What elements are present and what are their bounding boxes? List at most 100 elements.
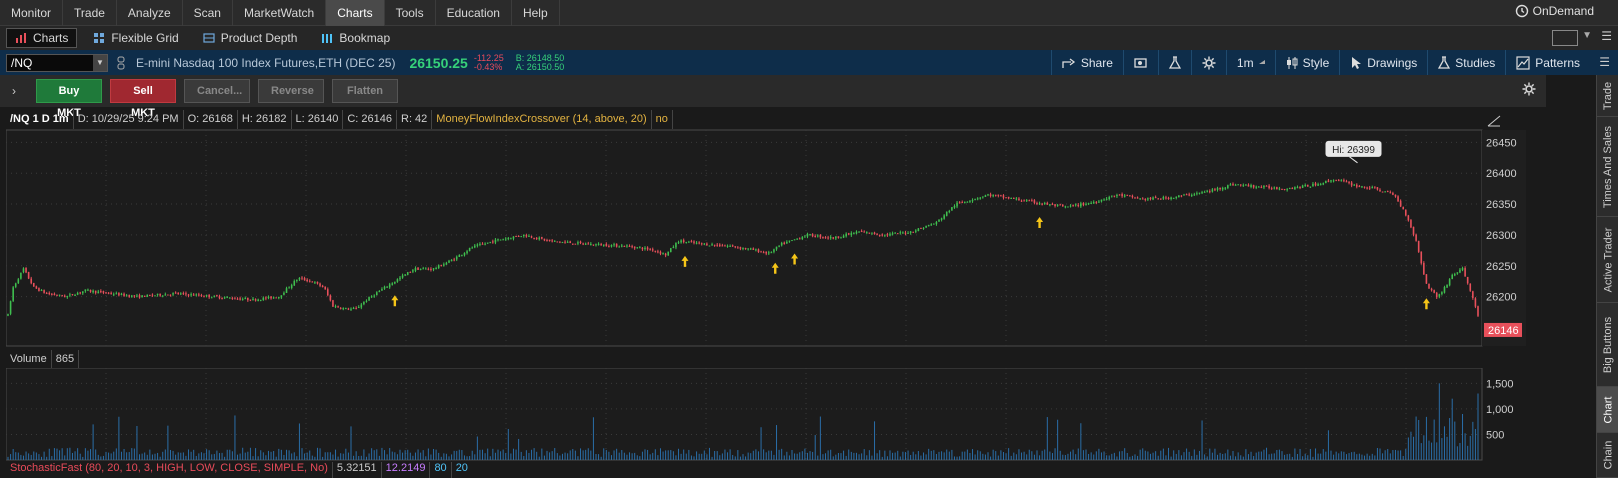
studies-button[interactable]: Studies xyxy=(1427,50,1505,75)
candle-body xyxy=(347,308,350,310)
candle-body xyxy=(1446,285,1448,288)
candle-body xyxy=(1459,269,1461,273)
volume-chart[interactable]: 1,500 1,000 500 xyxy=(6,368,1526,462)
candle-style-icon xyxy=(1286,56,1298,69)
menu-analyze[interactable]: Analyze xyxy=(117,0,183,26)
candle-body xyxy=(1397,196,1399,202)
candle-body xyxy=(953,205,956,208)
reverse-button[interactable]: Reverse xyxy=(258,79,324,103)
candle-body xyxy=(1149,197,1152,200)
side-tab-chart[interactable]: Chart xyxy=(1597,387,1618,433)
candle-body xyxy=(1180,195,1183,197)
candle-body xyxy=(192,294,195,296)
candle-body xyxy=(130,295,133,298)
candle-body xyxy=(809,234,811,236)
candle-body xyxy=(1227,185,1229,188)
candle-body xyxy=(53,293,56,296)
candle-body xyxy=(388,284,391,288)
list-menu-icon[interactable]: ☰ xyxy=(1599,55,1610,69)
chevron-down-icon[interactable]: ▼ xyxy=(1582,30,1592,41)
candle-body xyxy=(363,301,365,305)
candle-body xyxy=(878,234,881,236)
candle-body xyxy=(961,202,964,204)
settings-button[interactable] xyxy=(1190,50,1226,75)
candle-body xyxy=(1319,184,1322,186)
flatten-button[interactable]: Flatten xyxy=(332,79,398,103)
candle-body xyxy=(1118,194,1121,196)
menu-charts[interactable]: Charts xyxy=(326,0,385,26)
flag-button[interactable] xyxy=(1122,50,1158,75)
menu-scan[interactable]: Scan xyxy=(183,0,233,26)
candle-body xyxy=(1108,197,1111,200)
candle-body xyxy=(971,200,974,202)
candle-body xyxy=(649,249,651,251)
candle-body xyxy=(902,232,904,234)
candle-body xyxy=(1381,191,1384,193)
candle-body xyxy=(969,200,971,202)
side-tab-big-buttons[interactable]: Big Buttons xyxy=(1597,303,1618,387)
candle-body xyxy=(590,243,592,246)
candle-body xyxy=(925,225,927,228)
list-menu-icon[interactable]: ☰ xyxy=(1601,29,1612,43)
candle-body xyxy=(179,293,182,295)
candle-body xyxy=(468,248,471,251)
style-button[interactable]: Style xyxy=(1274,50,1340,75)
candle-body xyxy=(863,231,866,233)
side-tab-active-trader[interactable]: Active Trader xyxy=(1597,217,1618,303)
menu-tools[interactable]: Tools xyxy=(385,0,436,26)
candle-body xyxy=(435,268,437,270)
menu-education[interactable]: Education xyxy=(436,0,512,26)
menu-trade[interactable]: Trade xyxy=(63,0,117,26)
candle-body xyxy=(51,293,53,295)
candle-body xyxy=(814,236,817,238)
candle-body xyxy=(788,240,791,242)
subtab-product-depth[interactable]: Product Depth xyxy=(195,28,306,48)
link-icon[interactable] xyxy=(116,56,126,70)
candle-body xyxy=(943,215,945,219)
stochastic-label[interactable]: StochasticFast (80, 20, 10, 3, HIGH, LOW… xyxy=(6,462,333,478)
chevron-down-icon[interactable]: ▼ xyxy=(93,54,107,71)
gear-icon[interactable] xyxy=(1522,82,1536,96)
candle-body xyxy=(1206,191,1209,193)
side-tab-trade[interactable]: Trade xyxy=(1597,75,1618,117)
candle-body xyxy=(1007,196,1010,199)
price-chart[interactable]: 26450 26400 26350 26300 26250 26200 Hi: 26399 2… xyxy=(6,110,1526,350)
subtab-flexible-grid[interactable]: Flexible Grid xyxy=(85,28,186,48)
buy-market-button[interactable]: Buy MKT xyxy=(36,79,102,119)
ondemand-button[interactable]: OnDemand xyxy=(1515,4,1594,18)
drawings-button[interactable]: Drawings xyxy=(1339,50,1427,75)
candle-body xyxy=(886,234,889,236)
subtab-bookmap[interactable]: Bookmap xyxy=(313,28,398,48)
candle-body xyxy=(889,233,891,236)
chart-area[interactable]: /NQ 1 D 1m D: 10/29/25 9:24 PM O: 26168 … xyxy=(6,110,1526,478)
side-tab-times-and-sales[interactable]: Times And Sales xyxy=(1597,117,1618,217)
candle-body xyxy=(38,288,40,291)
subtab-charts[interactable]: Charts xyxy=(6,28,78,48)
share-button[interactable]: Share xyxy=(1050,50,1123,75)
candle-body xyxy=(149,295,151,297)
side-tab-chain[interactable]: Chain xyxy=(1597,433,1618,478)
sell-market-button[interactable]: Sell MKT xyxy=(110,79,176,119)
candle-body xyxy=(1255,186,1258,188)
cancel-button[interactable]: Cancel... xyxy=(184,79,250,103)
draw-tool-icon[interactable] xyxy=(1487,115,1501,127)
chevron-right-icon[interactable]: › xyxy=(0,84,28,98)
layout-selector[interactable] xyxy=(1552,30,1578,46)
candle-body xyxy=(1116,195,1118,197)
flask-button[interactable] xyxy=(1157,50,1191,75)
candle-body xyxy=(700,243,703,245)
candle-body xyxy=(355,307,357,309)
candle-body xyxy=(783,242,786,245)
timeframe-button[interactable]: 1m xyxy=(1225,50,1275,75)
patterns-button[interactable]: Patterns xyxy=(1505,50,1590,75)
menu-help[interactable]: Help xyxy=(512,0,560,26)
candle-body xyxy=(43,290,45,293)
candle-body xyxy=(564,241,566,243)
candle-body xyxy=(252,298,254,301)
candle-body xyxy=(528,235,530,237)
menu-marketwatch[interactable]: MarketWatch xyxy=(233,0,327,26)
candle-body xyxy=(293,280,296,286)
symbol-input[interactable]: /NQ ▼ xyxy=(6,53,108,72)
candle-body xyxy=(1134,197,1136,199)
menu-monitor[interactable]: Monitor xyxy=(0,0,64,26)
